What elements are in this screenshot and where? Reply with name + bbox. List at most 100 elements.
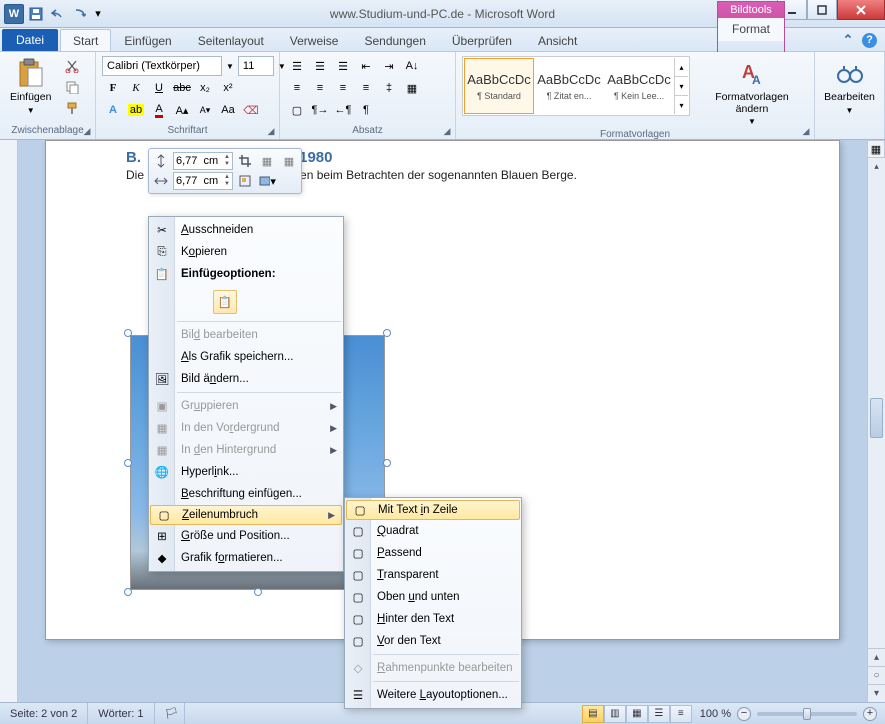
wrap-infront[interactable]: ▢Vor den Text [345, 630, 521, 652]
view-outline-icon[interactable]: ☰ [648, 705, 670, 723]
height-input[interactable] [174, 155, 222, 167]
file-tab[interactable]: Datei [2, 29, 58, 51]
align-justify-icon[interactable]: ≡ [355, 78, 377, 98]
menu-paste-opt[interactable]: 📋 [149, 285, 343, 319]
borders-icon[interactable]: ▢ [286, 100, 308, 120]
increase-indent-icon[interactable]: ⇥ [378, 56, 400, 76]
menu-caption[interactable]: Beschriftung einfügen... [149, 483, 343, 505]
menu-format-picture[interactable]: ◆Grafik formatieren... [149, 547, 343, 569]
paragraph-launcher-icon[interactable]: ◢ [441, 125, 453, 137]
bring-forward-mini-icon[interactable]: ▦ [257, 152, 277, 170]
wrap-square[interactable]: ▢Quadrat [345, 520, 521, 542]
menu-change-picture[interactable]: 🖼Bild ändern... [149, 368, 343, 390]
align-right-icon[interactable]: ≡ [332, 78, 354, 98]
undo-icon[interactable] [48, 4, 68, 24]
subscript-icon[interactable]: x₂ [194, 78, 216, 98]
change-case-icon[interactable]: Aa [217, 100, 239, 120]
view-draft-icon[interactable]: ≡ [670, 705, 692, 723]
prev-page-icon[interactable]: ▴ [868, 648, 885, 666]
show-marks-icon[interactable]: ¶ [355, 100, 377, 120]
rtl-icon[interactable]: ←¶ [332, 100, 354, 120]
tab-start[interactable]: Start [60, 29, 111, 51]
scroll-up-icon[interactable]: ▴ [868, 158, 885, 174]
bullets-icon[interactable]: ☰ [286, 56, 308, 76]
paste-keep-source-icon[interactable]: 📋 [213, 290, 237, 314]
menu-hyperlink[interactable]: 🌐Hyperlink... [149, 461, 343, 483]
menu-copy[interactable]: ⎘Kopieren [149, 241, 343, 263]
browse-object-icon[interactable]: ○ [868, 666, 885, 684]
menu-wrap[interactable]: ▢Zeilenumbruch▶ [150, 505, 342, 525]
font-size-combo[interactable]: 11 [238, 56, 274, 76]
align-left-icon[interactable]: ≡ [286, 78, 308, 98]
zoom-thumb[interactable] [803, 708, 811, 720]
font-name-combo[interactable]: Calibri (Textkörper) [102, 56, 222, 76]
decrease-indent-icon[interactable]: ⇤ [355, 56, 377, 76]
send-backward-mini-icon[interactable]: ▦ [279, 152, 299, 170]
vertical-scrollbar[interactable]: ▴ ▾ [867, 158, 885, 684]
gallery-more-icon[interactable]: ▾ [675, 95, 688, 114]
menu-cut[interactable]: ✂Ausschneiden [149, 219, 343, 241]
align-center-icon[interactable]: ≡ [309, 78, 331, 98]
clear-format-icon[interactable]: ⌫ [240, 100, 262, 120]
format-painter-icon[interactable] [61, 98, 83, 118]
help-icon[interactable]: ? [862, 33, 877, 48]
grow-font-icon[interactable]: A▴ [171, 100, 193, 120]
numbering-icon[interactable]: ☰ [309, 56, 331, 76]
height-spinner[interactable]: ▲▼ [173, 152, 233, 170]
tab-mailings[interactable]: Sendungen [351, 29, 438, 51]
wrap-inline[interactable]: ▢Mit Text in Zeile [346, 500, 520, 520]
style-standard[interactable]: AaBbCcDc ¶ Standard [464, 58, 534, 114]
tab-insert[interactable]: Einfügen [111, 29, 184, 51]
wrap-topbottom[interactable]: ▢Oben und unten [345, 586, 521, 608]
width-input[interactable] [174, 175, 222, 187]
wrap-tight[interactable]: ▢Passend [345, 542, 521, 564]
italic-icon[interactable]: K [125, 78, 147, 98]
font-color-icon[interactable]: A [148, 100, 170, 120]
next-page-icon[interactable]: ▾ [868, 684, 885, 702]
view-web-icon[interactable]: ▦ [626, 705, 648, 723]
wrap-behind[interactable]: ▢Hinter den Text [345, 608, 521, 630]
status-words[interactable]: Wörter: 1 [88, 703, 154, 724]
maximize-button[interactable] [807, 0, 837, 20]
shrink-font-icon[interactable]: A▾ [194, 100, 216, 120]
status-language[interactable]: 🏳 [155, 703, 185, 724]
tab-pagelayout[interactable]: Seitenlayout [185, 29, 277, 51]
clipboard-launcher-icon[interactable]: ◢ [81, 125, 93, 137]
multilevel-icon[interactable]: ☰ [332, 56, 354, 76]
superscript-icon[interactable]: x² [217, 78, 239, 98]
tab-view[interactable]: Ansicht [525, 29, 590, 51]
change-styles-button[interactable]: AA Formatvorlagen ändern ▼ [696, 56, 808, 128]
wrap-more-options[interactable]: ☰Weitere Layoutoptionen... [345, 684, 521, 706]
save-icon[interactable] [26, 4, 46, 24]
editing-button[interactable]: Bearbeiten ▼ [821, 56, 878, 117]
height-up-icon[interactable]: ▲ [222, 154, 232, 161]
height-down-icon[interactable]: ▼ [222, 161, 232, 168]
zoom-slider[interactable] [757, 712, 857, 716]
line-spacing-icon[interactable]: ‡ [378, 78, 400, 98]
tab-references[interactable]: Verweise [277, 29, 352, 51]
app-icon[interactable]: W [4, 4, 24, 24]
status-page[interactable]: Seite: 2 von 2 [0, 703, 88, 724]
view-fullscreen-icon[interactable]: ▥ [604, 705, 626, 723]
position-mini-icon[interactable] [235, 172, 255, 190]
styles-launcher-icon[interactable]: ◢ [800, 125, 812, 137]
ruler-toggle-icon[interactable]: ▦ [867, 140, 885, 158]
view-print-layout-icon[interactable]: ▤ [582, 705, 604, 723]
strike-icon[interactable]: abc [171, 78, 193, 98]
shading-icon[interactable]: ▦ [401, 78, 423, 98]
tab-review[interactable]: Überprüfen [439, 29, 525, 51]
style-gallery[interactable]: AaBbCcDc ¶ Standard AaBbCcDc ¶ Zitat en.… [462, 56, 690, 116]
zoom-out-icon[interactable]: − [737, 707, 751, 721]
sort-icon[interactable]: A↓ [401, 56, 423, 76]
zoom-level[interactable]: 100 % [700, 708, 731, 720]
text-effects-icon[interactable]: A [102, 100, 124, 120]
crop-icon[interactable] [235, 152, 255, 170]
cut-icon[interactable] [61, 56, 83, 76]
paste-button[interactable]: Einfügen ▼ [6, 56, 55, 117]
tab-format[interactable]: Format [718, 18, 784, 41]
highlight-icon[interactable]: ab [125, 100, 147, 120]
style-nospacing[interactable]: AaBbCcDc ¶ Kein Lee... [604, 58, 674, 114]
wrap-through[interactable]: ▢Transparent [345, 564, 521, 586]
gallery-up-icon[interactable]: ▴ [675, 58, 688, 76]
underline-icon[interactable]: U [148, 78, 170, 98]
